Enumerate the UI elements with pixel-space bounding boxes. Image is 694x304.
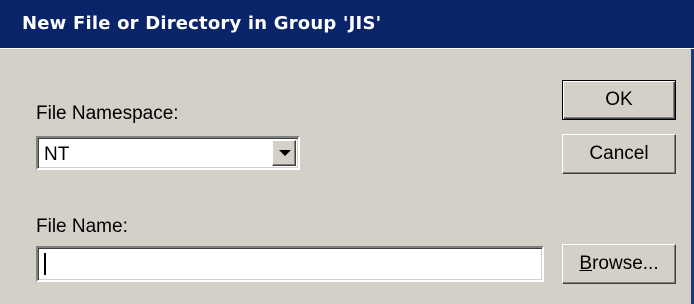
browse-button-label: Browse... <box>579 253 659 274</box>
dialog-window: New File or Directory in Group 'JIS' Fil… <box>0 0 694 304</box>
cancel-button-label: Cancel <box>589 143 649 164</box>
namespace-select[interactable]: NT <box>36 136 300 170</box>
title-bar[interactable]: New File or Directory in Group 'JIS' <box>0 0 694 49</box>
chevron-down-icon <box>279 150 291 156</box>
window-title: New File or Directory in Group 'JIS' <box>22 13 382 34</box>
namespace-value: NT <box>44 144 70 165</box>
namespace-label: File Namespace: <box>36 103 179 124</box>
dropdown-button[interactable] <box>272 140 296 166</box>
ok-button-label: OK <box>605 89 633 110</box>
ok-button[interactable]: OK <box>562 80 676 120</box>
filename-label: File Name: <box>36 216 128 237</box>
filename-input[interactable] <box>36 246 544 282</box>
browse-button[interactable]: Browse... <box>562 244 676 284</box>
cancel-button[interactable]: Cancel <box>562 134 676 174</box>
text-caret <box>44 253 46 275</box>
